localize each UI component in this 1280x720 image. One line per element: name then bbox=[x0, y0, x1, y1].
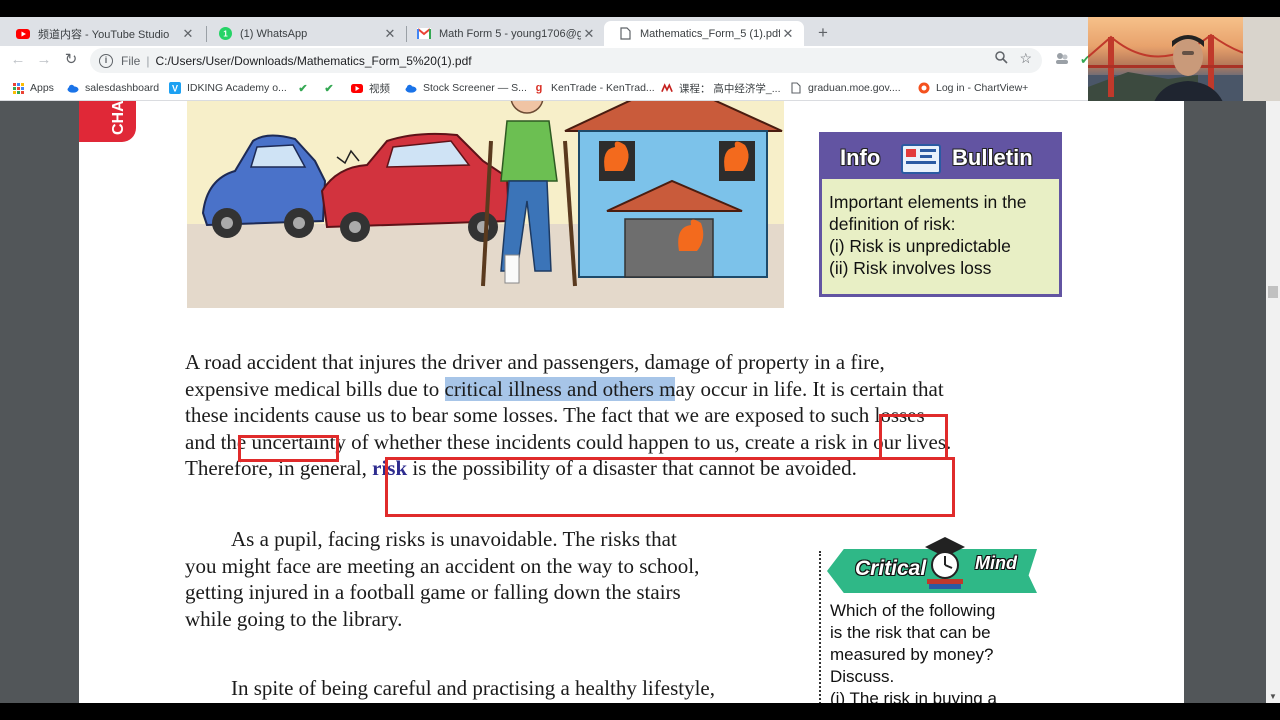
tab-youtube-studio[interactable]: 频道内容 - YouTube Studio ✕ bbox=[2, 21, 204, 46]
checkmark-icon: ✔ bbox=[324, 82, 334, 95]
mooc-icon bbox=[661, 82, 673, 94]
burning-house-image bbox=[564, 101, 783, 278]
tab-strip: 频道内容 - YouTube Studio ✕ 1 (1) WhatsApp ✕… bbox=[0, 17, 1088, 46]
pdf-viewer: CHA Info Bulletin Important elements in … bbox=[0, 101, 1280, 703]
red-car-image bbox=[320, 132, 511, 242]
new-tab-icon[interactable]: + bbox=[814, 23, 832, 43]
paragraph-healthy-lifestyle: In spite of being careful and practising… bbox=[231, 676, 715, 700]
extension-icon[interactable] bbox=[1055, 52, 1069, 67]
tab-pdf-active[interactable]: Mathematics_Form_5 (1).pdf ✕ bbox=[604, 21, 804, 46]
page-icon bbox=[790, 82, 802, 94]
top-black-bar bbox=[0, 0, 1280, 17]
annotation-box-risk bbox=[879, 414, 948, 460]
svg-text:V: V bbox=[172, 84, 178, 94]
paragraph-pupil-risks: As a pupil, facing risks is unavoidable.… bbox=[185, 527, 700, 631]
text-selection-highlight[interactable]: critical illness and others m bbox=[444, 377, 676, 401]
paragraph-line-2: expensive medical bills due to critical … bbox=[185, 377, 944, 401]
bookmark-video[interactable]: 视频 bbox=[351, 80, 390, 96]
whatsapp-icon: 1 bbox=[218, 27, 232, 41]
zoom-icon[interactable] bbox=[995, 51, 1008, 67]
scroll-down-arrow-icon[interactable]: ▼ bbox=[1269, 692, 1277, 701]
forward-arrow-icon[interactable]: → bbox=[34, 50, 54, 70]
bookmark-graduan[interactable]: graduan.moe.gov.... bbox=[790, 80, 901, 96]
bookmark-check-2[interactable]: ✔ bbox=[323, 80, 341, 96]
critical-mind-box: Critical Mind Which of the following is … bbox=[819, 537, 1049, 703]
info-board-icon bbox=[900, 139, 942, 181]
url-scheme: File bbox=[121, 53, 141, 68]
dotted-border bbox=[819, 551, 821, 703]
bottom-black-bar bbox=[0, 703, 1280, 720]
youtube-icon bbox=[16, 27, 30, 41]
close-icon[interactable]: ✕ bbox=[382, 26, 398, 42]
bookmark-stock-screener[interactable]: Stock Screener — S... bbox=[405, 80, 527, 96]
bookmarks-bar: Apps salesdashboard V IDKING Academy o..… bbox=[0, 75, 1088, 101]
annotation-box-definition bbox=[385, 457, 955, 517]
bookmark-kentrade[interactable]: g KenTrade - KenTrad... bbox=[533, 80, 655, 96]
back-arrow-icon[interactable]: ← bbox=[8, 50, 28, 70]
checkmark-icon: ✔ bbox=[298, 82, 308, 95]
annotation-box-uncertainty bbox=[238, 435, 339, 462]
info-bulletin-box: Info Bulletin Important elements in the … bbox=[819, 132, 1062, 297]
pdf-page: CHA Info Bulletin Important elements in … bbox=[79, 101, 1184, 703]
bookmark-star-icon[interactable]: ☆ bbox=[1019, 50, 1032, 67]
reload-icon[interactable]: ↻ bbox=[61, 50, 81, 70]
info-bulletin-body: Important elements in the definition of … bbox=[829, 192, 1027, 278]
document-icon bbox=[618, 27, 632, 41]
close-icon[interactable]: ✕ bbox=[180, 26, 196, 42]
info-icon[interactable]: i bbox=[99, 53, 113, 68]
address-bar-row: ← → ↻ i File | C:/Users/User/Downloads/M… bbox=[0, 46, 1091, 75]
url-text[interactable]: C:/Users/User/Downloads/Mathematics_Form… bbox=[155, 54, 471, 68]
bookmark-apps[interactable]: Apps bbox=[12, 80, 54, 96]
youtube-icon bbox=[351, 82, 363, 94]
graduation-cap-clock-icon bbox=[923, 535, 967, 596]
blue-car-image bbox=[201, 134, 327, 238]
risk-illustration bbox=[187, 101, 784, 308]
gmail-icon bbox=[417, 27, 431, 41]
cloud-icon bbox=[405, 82, 417, 94]
scrollbar-thumb[interactable] bbox=[1268, 286, 1278, 298]
address-bar[interactable]: i File | C:/Users/User/Downloads/Mathema… bbox=[90, 48, 1042, 73]
tab-whatsapp[interactable]: 1 (1) WhatsApp ✕ bbox=[204, 21, 406, 46]
apps-grid-icon bbox=[12, 82, 24, 94]
svg-text:1: 1 bbox=[223, 30, 228, 39]
bookmark-course[interactable]: 课程： 高中经济学_... bbox=[661, 80, 781, 96]
bookmark-idking[interactable]: V IDKING Academy o... bbox=[169, 80, 287, 96]
g-logo-icon: g bbox=[535, 82, 543, 94]
close-icon[interactable]: ✕ bbox=[780, 26, 796, 42]
bookmark-check-1[interactable]: ✔ bbox=[297, 80, 315, 96]
chartview-icon bbox=[918, 82, 930, 94]
info-bulletin-header: Info Bulletin bbox=[822, 135, 1059, 179]
critical-mind-question: Which of the following is the risk that … bbox=[830, 601, 997, 703]
bookmark-chartview[interactable]: Log in - ChartView+ bbox=[918, 80, 1028, 96]
cloud-icon bbox=[67, 82, 79, 94]
chapter-tab: CHA bbox=[79, 101, 136, 142]
v-logo-icon: V bbox=[169, 82, 181, 94]
url-separator: | bbox=[146, 53, 150, 68]
bookmark-salesdashboard[interactable]: salesdashboard bbox=[67, 80, 159, 96]
close-icon[interactable]: ✕ bbox=[581, 26, 597, 42]
tab-gmail[interactable]: Math Form 5 - young1706@gma ✕ bbox=[403, 21, 605, 46]
vertical-scrollbar[interactable]: ▼ bbox=[1266, 101, 1280, 703]
